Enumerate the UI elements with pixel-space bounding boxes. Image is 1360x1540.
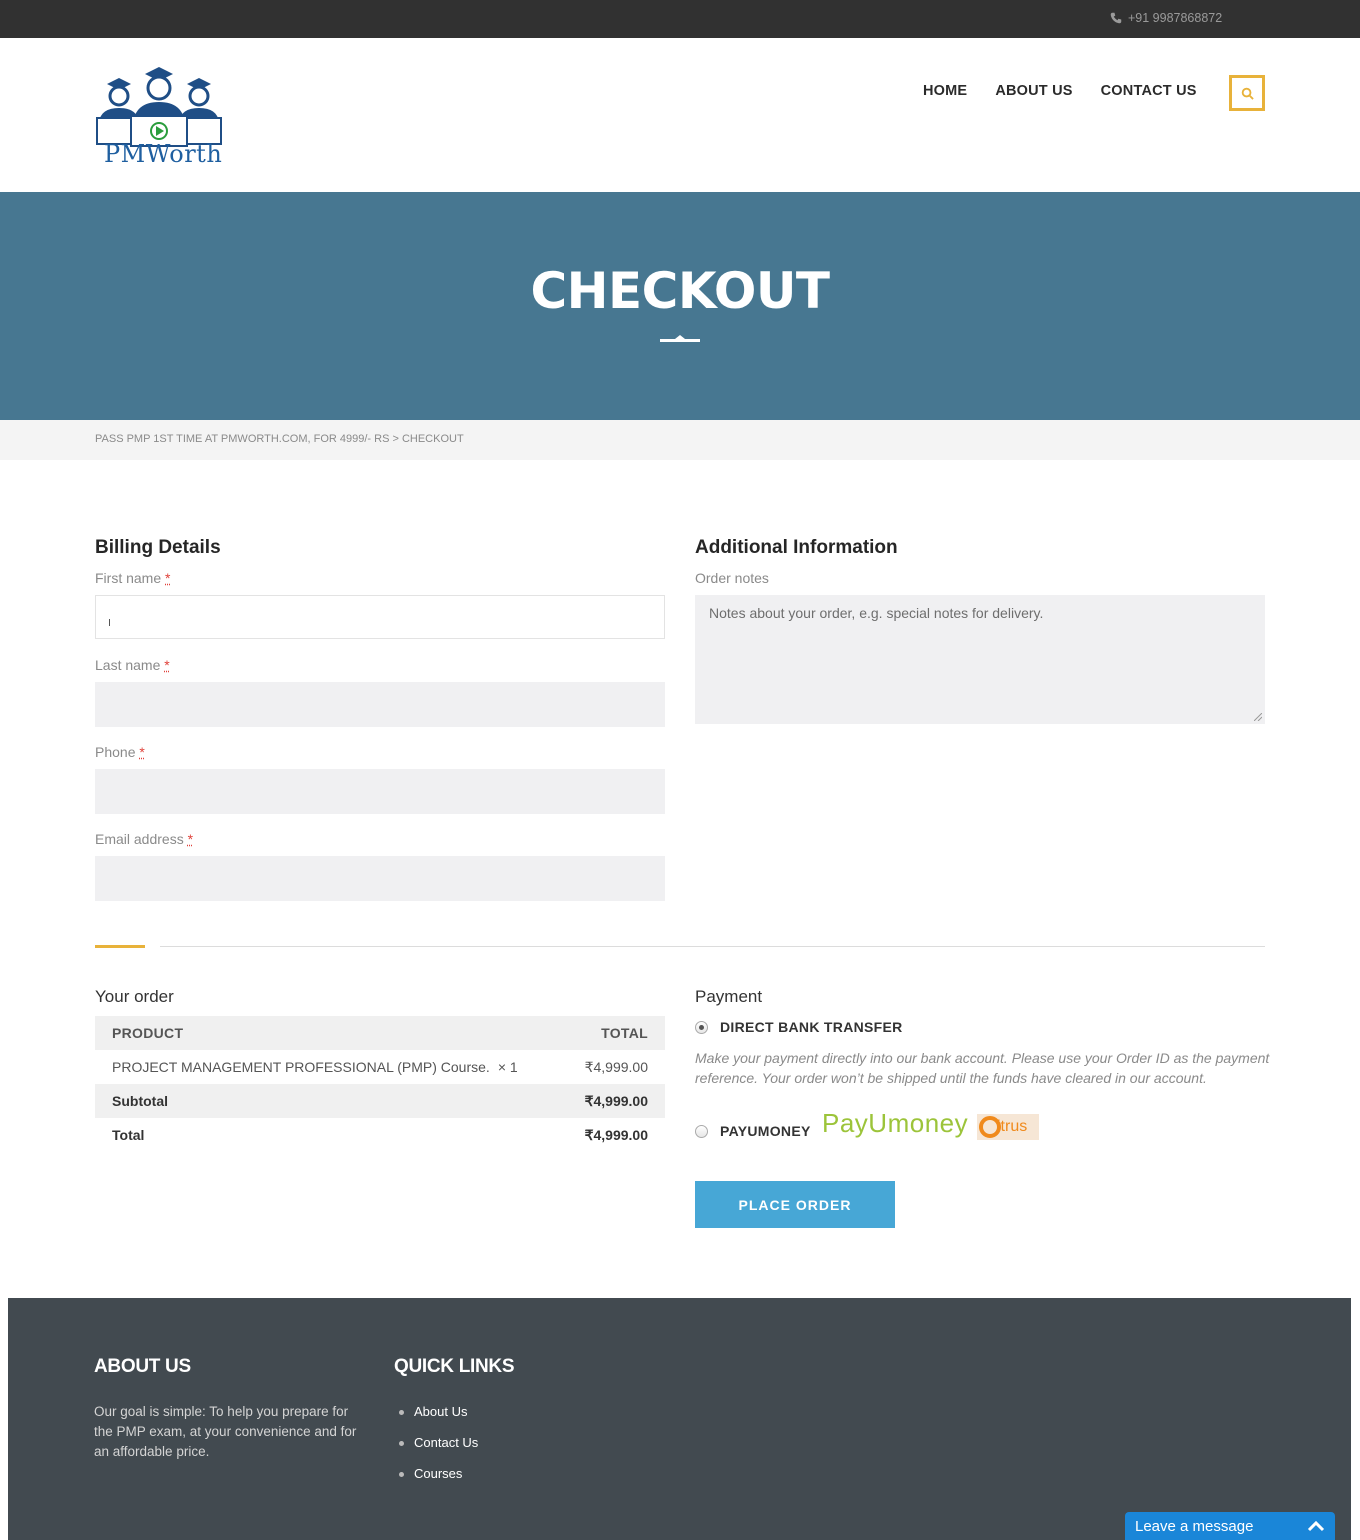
chevron-up-icon[interactable] — [1307, 1520, 1325, 1532]
site-footer: ABOUT US Our goal is simple: To help you… — [8, 1298, 1351, 1540]
bullet-icon — [399, 1441, 404, 1446]
breadcrumb-text[interactable]: PASS PMP 1ST TIME AT PMWORTH.COM, FOR 49… — [95, 433, 464, 445]
title-separator-tip — [675, 335, 685, 339]
last-name-label: Last name * — [95, 657, 170, 673]
bank-transfer-label: DIRECT BANK TRANSFER — [720, 1019, 903, 1035]
payumoney-label: PAYUMONEY — [720, 1123, 811, 1139]
additional-info-title: Additional Information — [695, 537, 898, 558]
billing-title: Billing Details — [95, 537, 221, 558]
text-caret — [109, 619, 110, 626]
required-mark: * — [164, 657, 170, 673]
nav-home[interactable]: HOME — [923, 83, 967, 99]
payment-option-payumoney[interactable]: PAYUMONEY — [695, 1123, 811, 1139]
required-mark: * — [187, 831, 194, 847]
phone-icon — [1110, 12, 1122, 24]
citrus-logo-text: itrus — [997, 1118, 1028, 1135]
payment-title: Payment — [695, 987, 763, 1006]
topbar-phone[interactable]: +91 9987868872 — [1110, 11, 1222, 25]
order-table-header: PRODUCT TOTAL — [95, 1016, 665, 1050]
footer-link-about-us[interactable]: About Us — [399, 1404, 478, 1435]
total-label: Total — [112, 1127, 145, 1143]
your-order-title: Your order — [95, 987, 174, 1006]
resize-grip-icon[interactable] — [1254, 713, 1262, 721]
search-button[interactable] — [1229, 75, 1265, 111]
order-notes-label: Order notes — [695, 570, 769, 586]
page-title: CHECKOUT — [530, 262, 830, 320]
first-name-field[interactable] — [95, 595, 665, 639]
top-bar: +91 9987868872 — [0, 0, 1360, 38]
payment-option-bank-transfer[interactable]: DIRECT BANK TRANSFER — [695, 1019, 903, 1035]
search-icon — [1241, 87, 1254, 100]
order-notes-placeholder: Notes about your order, e.g. special not… — [709, 605, 1044, 621]
order-item-row: PROJECT MANAGEMENT PROFESSIONAL (PMP) Co… — [95, 1050, 665, 1084]
payumoney-radio[interactable] — [695, 1124, 708, 1138]
phone-label: Phone * — [95, 744, 145, 760]
phone-number: +91 9987868872 — [1128, 11, 1223, 25]
phone-field[interactable] — [95, 769, 665, 814]
total-row: Total ₹4,999.00 — [95, 1118, 665, 1152]
section-divider-accent — [95, 945, 145, 948]
citrus-logo: itrus — [977, 1114, 1039, 1140]
col-product: PRODUCT — [112, 1025, 184, 1041]
order-table: PRODUCT TOTAL PROJECT MANAGEMENT PROFESS… — [95, 1016, 665, 1152]
breadcrumb: PASS PMP 1ST TIME AT PMWORTH.COM, FOR 49… — [0, 420, 1360, 460]
col-total: TOTAL — [601, 1025, 648, 1041]
subtotal-value: ₹4,999.00 — [584, 1092, 648, 1109]
subtotal-row: Subtotal ₹4,999.00 — [95, 1084, 665, 1118]
page-hero: CHECKOUT — [0, 192, 1360, 420]
bullet-icon — [399, 1472, 404, 1477]
footer-about-title: ABOUT US — [94, 1356, 191, 1377]
first-name-label: First name * — [95, 570, 171, 586]
bank-transfer-description: Make your payment directly into our bank… — [695, 1050, 1270, 1086]
site-header: PMWorth HOME ABOUT US CONTACT US — [0, 38, 1360, 192]
section-divider — [160, 946, 1265, 947]
bank-transfer-radio[interactable] — [695, 1020, 708, 1034]
footer-links: About Us Contact Us Courses — [399, 1404, 478, 1497]
chat-widget[interactable]: Leave a message — [1125, 1512, 1335, 1540]
footer-link-contact-us[interactable]: Contact Us — [399, 1435, 478, 1466]
footer-links-title: QUICK LINKS — [394, 1356, 515, 1377]
item-name: PROJECT MANAGEMENT PROFESSIONAL (PMP) Co… — [112, 1059, 490, 1075]
nav-contact-us[interactable]: CONTACT US — [1101, 83, 1197, 99]
last-name-field[interactable] — [95, 682, 665, 727]
title-separator — [660, 339, 700, 342]
footer-link-courses[interactable]: Courses — [399, 1466, 478, 1497]
item-qty: × 1 — [497, 1059, 518, 1075]
place-order-button[interactable]: PLACE ORDER — [695, 1181, 895, 1228]
required-mark: * — [165, 570, 171, 586]
total-value: ₹4,999.00 — [584, 1126, 648, 1143]
footer-about-text: Our goal is simple: To help you prepare … — [94, 1404, 357, 1459]
email-label: Email address * — [95, 831, 194, 847]
order-notes-textarea[interactable]: Notes about your order, e.g. special not… — [695, 595, 1265, 724]
bullet-icon — [399, 1410, 404, 1415]
required-mark: * — [139, 744, 145, 760]
nav-about-us[interactable]: ABOUT US — [995, 83, 1072, 99]
email-field[interactable] — [95, 856, 665, 901]
item-total: ₹4,999.00 — [584, 1058, 648, 1075]
main-nav: HOME ABOUT US CONTACT US — [923, 83, 1197, 99]
subtotal-label: Subtotal — [112, 1093, 168, 1109]
chat-label: Leave a message — [1135, 1517, 1254, 1535]
payumoney-logo: PayUmoney — [822, 1108, 969, 1138]
logo-text[interactable]: PMWorth — [104, 140, 222, 168]
